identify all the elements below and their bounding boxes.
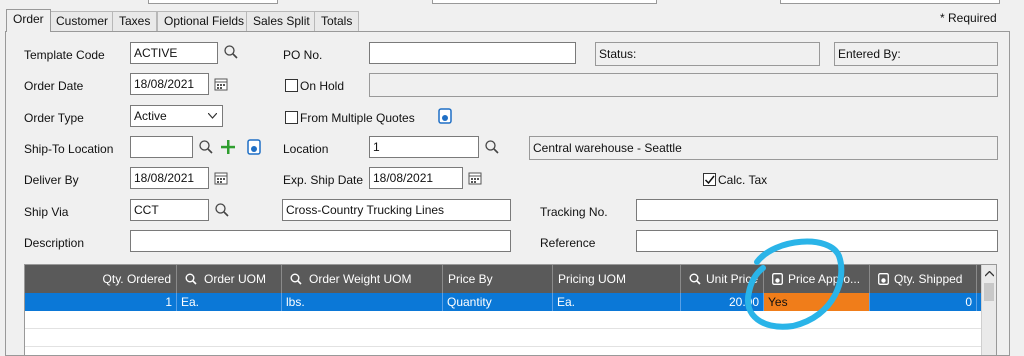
deliver-by-field[interactable]: 18/08/2021 (130, 167, 209, 189)
top-field-2 (432, 0, 657, 4)
col-qty-shipped-label: Qty. Shipped (894, 272, 963, 286)
po-no-field[interactable] (369, 42, 576, 64)
calendar-icon[interactable] (214, 77, 228, 91)
scrollbar-thumb[interactable] (984, 283, 994, 301)
checkmark-icon (704, 175, 715, 185)
chevron-up-icon[interactable] (985, 271, 994, 277)
col-pricing-uom[interactable]: Pricing UOM (553, 265, 681, 293)
tab-optional-fields[interactable]: Optional Fields (157, 11, 252, 32)
from-multiple-quotes-checkbox[interactable] (285, 111, 298, 124)
chevron-down-icon (208, 113, 217, 119)
entered-by-field: Entered By: (834, 42, 998, 66)
calendar-icon[interactable] (214, 171, 228, 185)
template-code-field[interactable]: ACTIVE (130, 42, 218, 64)
location-field[interactable]: 1 (369, 136, 479, 158)
order-type-value: Active (134, 109, 167, 123)
template-code-label: Template Code (24, 48, 105, 62)
calc-tax-label: Calc. Tax (718, 173, 768, 187)
ship-via-description[interactable]: Cross-Country Trucking Lines (282, 199, 511, 221)
deliver-by-label: Deliver By (24, 173, 79, 187)
search-icon (689, 273, 701, 285)
col-order-weight-uom-label: Order Weight UOM (309, 272, 412, 286)
col-price-by[interactable]: Price By (443, 265, 553, 293)
tab-order[interactable]: Order (6, 9, 51, 32)
cell-qty-ordered[interactable]: 1 (25, 293, 177, 311)
search-icon (290, 273, 302, 285)
search-icon (185, 273, 197, 285)
cell-price-by[interactable]: Quantity (443, 293, 553, 311)
from-multiple-quotes-label: From Multiple Quotes (300, 111, 415, 125)
info-icon (878, 273, 889, 285)
col-order-uom[interactable]: Order UOM (177, 265, 282, 293)
col-qty-shipped[interactable]: Qty. Shipped (870, 265, 977, 293)
on-hold-reason-field (369, 73, 998, 97)
status-field: Status: (595, 42, 820, 66)
top-field-3 (780, 0, 1000, 4)
tab-sales-split[interactable]: Sales Split (246, 11, 317, 32)
exp-ship-date-field[interactable]: 18/08/2021 (369, 167, 463, 189)
tab-totals[interactable]: Totals (314, 11, 360, 32)
ship-via-field[interactable]: CCT (130, 199, 209, 221)
search-icon[interactable] (484, 139, 500, 155)
search-icon[interactable] (214, 202, 230, 218)
order-date-label: Order Date (24, 79, 84, 93)
search-icon[interactable] (198, 139, 214, 155)
location-description: Central warehouse - Seattle (529, 136, 998, 160)
ship-to-location-label: Ship-To Location (24, 142, 114, 156)
tracking-no-field[interactable] (636, 199, 998, 221)
col-qty-ordered[interactable]: Qty. Ordered (25, 265, 177, 293)
po-no-label: PO No. (283, 48, 323, 62)
ship-via-label: Ship Via (24, 205, 69, 219)
search-icon[interactable] (223, 44, 239, 60)
required-note: * Required (940, 11, 997, 25)
cell-pricing-uom[interactable]: Ea. (553, 293, 681, 311)
location-label: Location (283, 142, 329, 156)
description-label: Description (24, 236, 85, 250)
calc-tax-checkbox[interactable] (703, 173, 716, 186)
annotation-circle (744, 238, 845, 330)
cell-order-uom[interactable]: Ea. (177, 293, 282, 311)
order-type-select[interactable]: Active (130, 105, 223, 127)
on-hold-checkbox[interactable] (285, 79, 298, 92)
reference-label: Reference (540, 236, 596, 250)
col-order-uom-label: Order UOM (204, 272, 267, 286)
top-field-1 (148, 0, 278, 4)
ship-to-location-field[interactable] (130, 136, 193, 158)
tab-customer[interactable]: Customer (49, 11, 116, 32)
col-order-weight-uom[interactable]: Order Weight UOM (282, 265, 443, 293)
info-icon[interactable] (247, 139, 261, 155)
grid-vertical-scrollbar[interactable] (981, 265, 996, 355)
cell-qty-shipped[interactable]: 0 (870, 293, 977, 311)
cell-order-weight-uom[interactable]: lbs. (282, 293, 443, 311)
empty-row[interactable] (25, 347, 983, 355)
tracking-no-label: Tracking No. (540, 205, 608, 219)
tab-taxes[interactable]: Taxes (112, 11, 158, 32)
exp-ship-date-label: Exp. Ship Date (283, 173, 364, 187)
add-icon[interactable] (221, 140, 235, 154)
on-hold-label: On Hold (300, 79, 345, 93)
order-type-label: Order Type (24, 111, 84, 125)
info-icon[interactable] (438, 108, 452, 124)
order-date-field[interactable]: 18/08/2021 (130, 73, 209, 95)
description-field[interactable] (130, 230, 511, 252)
calendar-icon[interactable] (468, 171, 482, 185)
